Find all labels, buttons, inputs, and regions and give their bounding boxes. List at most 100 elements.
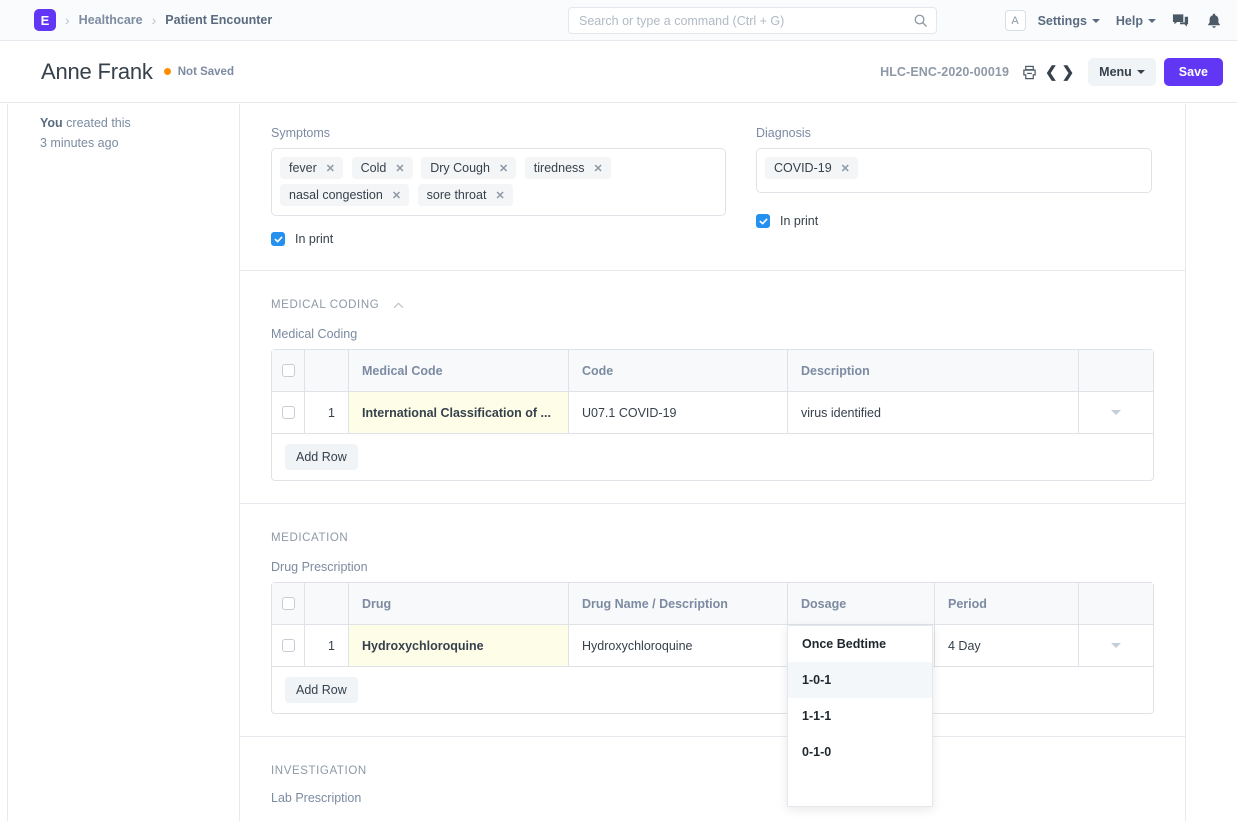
column-header-description[interactable]: Description <box>788 350 1079 391</box>
medical-coding-section-header[interactable]: MEDICAL CODING <box>271 293 1152 311</box>
select-all-checkbox[interactable] <box>282 364 295 377</box>
symptom-pill-label: sore throat <box>427 188 487 202</box>
nav-help[interactable]: Help <box>1116 14 1156 28</box>
dosage-option[interactable]: 1-0-1 <box>788 662 932 698</box>
select-all-cell[interactable] <box>272 350 305 391</box>
medication-section-title: MEDICATION <box>271 532 348 544</box>
menu-button[interactable]: Menu <box>1088 58 1156 86</box>
chevron-down-icon[interactable] <box>1111 410 1121 415</box>
remove-icon[interactable]: ✕ <box>495 189 504 202</box>
column-header-drug[interactable]: Drug <box>349 583 569 624</box>
row-checkbox[interactable] <box>282 406 295 419</box>
row-select-cell[interactable] <box>272 625 305 666</box>
row-expand-cell[interactable] <box>1079 625 1153 666</box>
column-header-medical-code[interactable]: Medical Code <box>349 350 569 391</box>
remove-icon[interactable]: ✕ <box>499 162 508 175</box>
search-input[interactable] <box>568 7 937 34</box>
symptom-pill[interactable]: Cold ✕ <box>352 157 413 179</box>
table-row[interactable]: 1 International Classification of ... U0… <box>272 392 1153 433</box>
symptom-pill[interactable]: Dry Cough ✕ <box>421 157 516 179</box>
page-header-actions: HLC-ENC-2020-00019 ❮ ❯ Menu Save <box>880 41 1223 103</box>
row-expand-cell[interactable] <box>1079 392 1153 433</box>
column-header-drug-name[interactable]: Drug Name / Description <box>569 583 788 624</box>
breadcrumb-healthcare[interactable]: Healthcare <box>79 13 143 27</box>
breadcrumb-patient-encounter[interactable]: Patient Encounter <box>165 13 272 27</box>
application-window: E › Healthcare › Patient Encounter A Set… <box>0 0 1237 821</box>
dosage-option-partial[interactable] <box>788 770 932 806</box>
top-navbar: E › Healthcare › Patient Encounter A Set… <box>0 0 1237 41</box>
next-record-button[interactable]: ❯ <box>1062 65 1075 80</box>
symptom-pill[interactable]: sore throat ✕ <box>418 184 513 206</box>
diagnosis-in-print-checkbox[interactable] <box>756 214 770 228</box>
investigation-section-title: INVESTIGATION <box>271 765 367 777</box>
symptom-pill[interactable]: fever ✕ <box>280 157 343 179</box>
column-header-dosage[interactable]: Dosage <box>788 583 935 624</box>
table-row[interactable]: 1 Hydroxychloroquine Hydroxychloroquine … <box>272 625 1153 666</box>
dosage-dropdown-menu[interactable]: Once Bedtime 1-0-1 1-1-1 0-1-0 <box>787 625 933 807</box>
chevron-down-icon[interactable] <box>1111 643 1121 648</box>
symptom-pill-label: tiredness <box>534 161 585 175</box>
created-timestamp: 3 minutes ago <box>40 133 221 153</box>
remove-icon[interactable]: ✕ <box>594 162 603 175</box>
row-select-cell[interactable] <box>272 392 305 433</box>
breadcrumb-separator-icon: › <box>152 12 157 28</box>
symptom-pill[interactable]: tiredness ✕ <box>525 157 611 179</box>
investigation-section-header[interactable]: INVESTIGATION <box>271 759 1152 777</box>
diagnosis-label: Diagnosis <box>756 126 1152 140</box>
column-header-actions <box>1079 583 1153 624</box>
chat-icon[interactable] <box>1172 13 1189 29</box>
column-header-code[interactable]: Code <box>569 350 788 391</box>
column-header-period[interactable]: Period <box>935 583 1079 624</box>
cell-period[interactable]: 4 Day <box>935 625 1079 666</box>
grid-header-row: Drug Drug Name / Description Dosage Peri… <box>272 583 1153 625</box>
dosage-option[interactable]: 0-1-0 <box>788 734 932 770</box>
created-by-user: You <box>40 116 63 130</box>
notification-bell-icon[interactable] <box>1207 13 1221 29</box>
cell-drug[interactable]: Hydroxychloroquine <box>349 625 569 666</box>
diagnosis-multiselect[interactable]: COVID-19 ✕ <box>756 148 1152 193</box>
select-all-checkbox[interactable] <box>282 597 295 610</box>
previous-record-button[interactable]: ❮ <box>1045 65 1058 80</box>
symptoms-multiselect[interactable]: fever ✕ Cold ✕ Dry Cough ✕ <box>271 148 726 216</box>
symptom-pill-label: fever <box>289 161 317 175</box>
cell-code[interactable]: U07.1 COVID-19 <box>569 392 788 433</box>
medical-coding-table-label: Medical Coding <box>271 327 1152 341</box>
search-icon[interactable] <box>913 13 928 28</box>
select-all-cell[interactable] <box>272 583 305 624</box>
dosage-option[interactable]: Once Bedtime <box>788 626 932 662</box>
save-button[interactable]: Save <box>1164 58 1223 86</box>
remove-icon[interactable]: ✕ <box>841 162 850 175</box>
row-index: 1 <box>305 625 349 666</box>
remove-icon[interactable]: ✕ <box>395 162 404 175</box>
medication-section-header[interactable]: MEDICATION <box>271 526 1152 544</box>
diagnosis-pill[interactable]: COVID-19 ✕ <box>765 157 858 179</box>
diagnosis-field: Diagnosis COVID-19 ✕ In print <box>756 126 1152 246</box>
symptoms-diagnosis-row: Symptoms fever ✕ Cold ✕ Dry Coug <box>271 126 1152 246</box>
cell-description[interactable]: virus identified <box>788 392 1079 433</box>
created-by-text: created this <box>63 116 131 130</box>
add-row-button-medical-coding[interactable]: Add Row <box>285 444 358 470</box>
remove-icon[interactable]: ✕ <box>326 162 335 175</box>
column-header-actions <box>1079 350 1153 391</box>
diagnosis-in-print-label: In print <box>780 214 818 228</box>
dosage-option[interactable]: 1-1-1 <box>788 698 932 734</box>
diagnosis-in-print-row[interactable]: In print <box>756 214 1152 228</box>
symptoms-in-print-label: In print <box>295 232 333 246</box>
remove-icon[interactable]: ✕ <box>392 189 401 202</box>
symptom-pill[interactable]: nasal congestion ✕ <box>280 184 409 206</box>
symptoms-in-print-checkbox[interactable] <box>271 232 285 246</box>
chevron-up-icon[interactable] <box>393 302 404 309</box>
cell-medical-code[interactable]: International Classification of ... <box>349 392 569 433</box>
add-row-button-medication[interactable]: Add Row <box>285 677 358 703</box>
lab-prescription-label: Lab Prescription <box>271 791 1152 805</box>
avatar[interactable]: A <box>1005 10 1026 31</box>
column-gap <box>726 126 756 246</box>
symptoms-in-print-row[interactable]: In print <box>271 232 726 246</box>
print-icon[interactable] <box>1022 65 1037 80</box>
created-by-line: You created this <box>40 113 221 133</box>
chevron-down-icon <box>1137 70 1145 74</box>
cell-drug-name[interactable]: Hydroxychloroquine <box>569 625 788 666</box>
nav-settings[interactable]: Settings <box>1038 14 1100 28</box>
row-checkbox[interactable] <box>282 639 295 652</box>
app-logo-icon[interactable]: E <box>34 9 56 31</box>
